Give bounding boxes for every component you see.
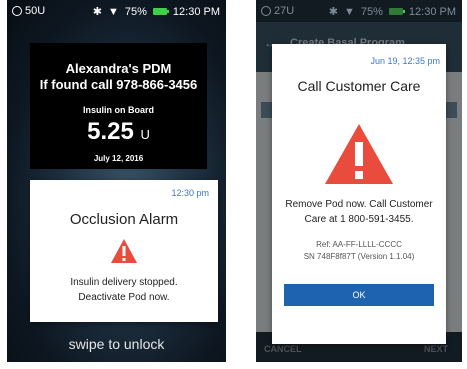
status-bar: 50U ✱ ▼ 75% 12:30 PM xyxy=(7,0,226,22)
dialog-message-line1: Remove Pod now. Call Customer xyxy=(285,199,433,210)
customer-care-screen: ← Create Basal Program CANCEL NEXT 27U ✱… xyxy=(256,0,462,362)
dialog-message-line2: Care at 1 800-591-3455. xyxy=(304,214,414,225)
pod-status-icon xyxy=(261,6,271,16)
call-customer-care-dialog: Jun 19, 12:35 pm Call Customer Care Remo… xyxy=(272,44,446,344)
battery-icon xyxy=(152,8,169,15)
status-bar: 27U ✱ ▼ 75% 12:30 PM xyxy=(256,0,462,22)
pod-status-icon xyxy=(12,6,22,16)
wifi-icon: ▼ xyxy=(107,5,119,18)
dialog-time: Jun 19, 12:35 pm xyxy=(370,56,440,66)
occlusion-alarm-card[interactable]: 12:30 pm Occlusion Alarm Insulin deliver… xyxy=(30,180,218,322)
serial-number: SN 748F8f87T (Version 1.1.04) xyxy=(303,252,415,261)
ok-button[interactable]: OK xyxy=(284,284,434,306)
owner-info-panel: Alexandra's PDM If found call 978-866-34… xyxy=(30,43,207,169)
battery-percent: 75% xyxy=(124,5,147,18)
owner-name: Alexandra's PDM xyxy=(65,61,172,76)
bluetooth-icon: ✱ xyxy=(92,6,102,18)
bluetooth-icon: ✱ xyxy=(328,6,338,18)
warning-icon xyxy=(325,124,393,184)
iob-unit: U xyxy=(140,127,150,142)
found-call-text: If found call 978-866-3456 xyxy=(39,77,198,92)
iob-value: 5.25 xyxy=(87,118,134,145)
dialog-title: Call Customer Care xyxy=(297,78,421,94)
iob-label: Insulin on Board xyxy=(83,105,154,115)
clock: 12:30 PM xyxy=(172,5,220,18)
swipe-to-unlock[interactable]: swipe to unlock xyxy=(7,336,226,352)
alarm-time: 12:30 pm xyxy=(171,188,209,198)
lock-screen: 50U ✱ ▼ 75% 12:30 PM Alexandra's PDM If … xyxy=(7,0,226,362)
wifi-icon: ▼ xyxy=(343,5,355,18)
warning-icon xyxy=(111,239,137,263)
iob-readout: 5.25 U xyxy=(30,118,207,146)
ref-code: Ref: AA-FF-LLLL-CCCC xyxy=(316,240,402,249)
signal-text: 50U xyxy=(25,5,46,17)
alarm-message-line1: Insulin delivery stopped. xyxy=(70,277,178,288)
alarm-title: Occlusion Alarm xyxy=(69,211,179,228)
alarm-message-line2: Deactivate Pod now. xyxy=(78,292,170,303)
clock: 12:30 PM xyxy=(408,5,456,18)
battery-percent: 75% xyxy=(360,5,383,18)
battery-icon xyxy=(388,8,405,15)
date-text: July 12, 2016 xyxy=(93,154,144,163)
signal-text: 27U xyxy=(274,5,295,17)
